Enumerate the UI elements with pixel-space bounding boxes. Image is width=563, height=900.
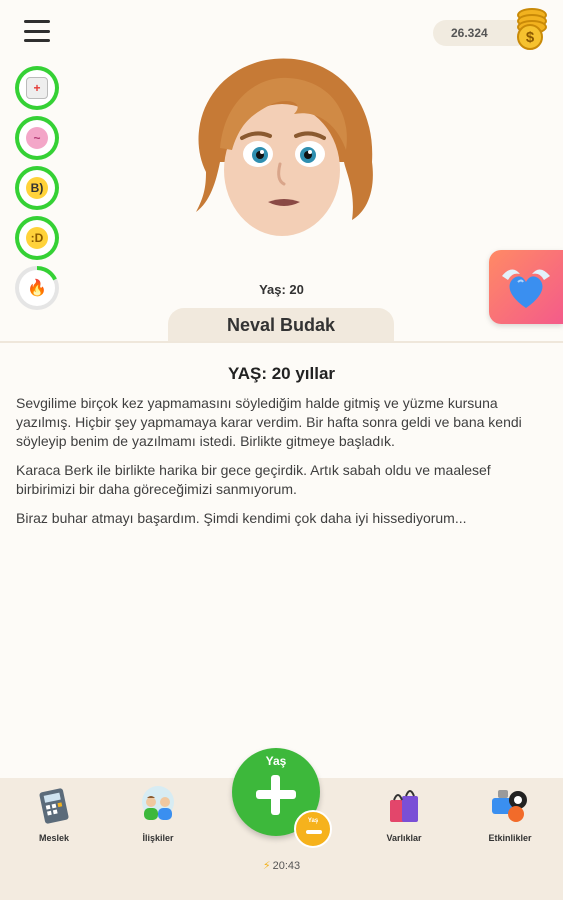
smarts-stat[interactable]: ~: [15, 116, 59, 160]
coin-stack-icon: $: [513, 6, 549, 50]
age-down-label: Yaş: [307, 818, 319, 824]
age-down-button[interactable]: Yaş: [294, 810, 332, 848]
calculator-icon: [39, 788, 69, 824]
people-icon: [142, 786, 174, 820]
smile-face-icon: :D: [26, 227, 48, 249]
stats-column: + ~ B) :D 🔥: [15, 66, 61, 316]
age-up-label: Yaş: [265, 754, 287, 768]
winged-heart-icon: [502, 269, 550, 308]
event-log: Sevgilime birçok kez yapmamasını söyledi…: [16, 394, 545, 538]
log-entry: Sevgilime birçok kez yapmamasını söyledi…: [16, 395, 522, 449]
log-entry: Karaca Berk ile birlikte harika bir gece…: [16, 462, 491, 497]
nav-relations[interactable]: İlişkiler: [118, 786, 198, 843]
sunglasses-face-icon: B): [26, 177, 48, 199]
looks-stat[interactable]: B): [15, 166, 59, 210]
shopping-bags-icon: [390, 790, 418, 822]
nav-job[interactable]: Meslek: [14, 786, 94, 843]
nav-relations-label: İlişkiler: [142, 833, 174, 843]
coin-balance[interactable]: 26.324 $: [431, 6, 549, 50]
nav-activities-label: Etkinlikler: [488, 833, 532, 843]
lightning-bolt-icon: ⚡: [262, 860, 271, 872]
character-name: Neval Budak: [168, 308, 394, 342]
nav-assets[interactable]: Varlıklar: [364, 786, 444, 843]
divider: [0, 341, 563, 343]
health-stat[interactable]: +: [15, 66, 59, 110]
nav-job-label: Meslek: [38, 833, 70, 843]
health-kit-icon: +: [26, 77, 48, 99]
year-title: YAŞ: 20 yıllar: [227, 364, 336, 383]
hamburger-menu-icon[interactable]: [24, 20, 50, 42]
log-entry: Biraz buhar atmayı başardım. Şimdi kendi…: [16, 510, 467, 526]
energy-time: 20:43: [272, 860, 301, 872]
minus-icon: [306, 830, 322, 834]
activities-icon: [492, 790, 527, 822]
age-label: Yaş: 20: [259, 282, 304, 297]
happiness-stat[interactable]: :D: [15, 216, 59, 260]
winged-heart-button[interactable]: [489, 250, 563, 324]
nav-assets-label: Varlıklar: [386, 833, 422, 843]
nav-activities[interactable]: Etkinlikler: [470, 786, 550, 843]
dollar-symbol: $: [517, 24, 543, 50]
energy-timer: ⚡ 20:43: [0, 859, 563, 872]
avatar-woman-icon[interactable]: [176, 52, 388, 236]
brain-icon: ~: [26, 127, 48, 149]
